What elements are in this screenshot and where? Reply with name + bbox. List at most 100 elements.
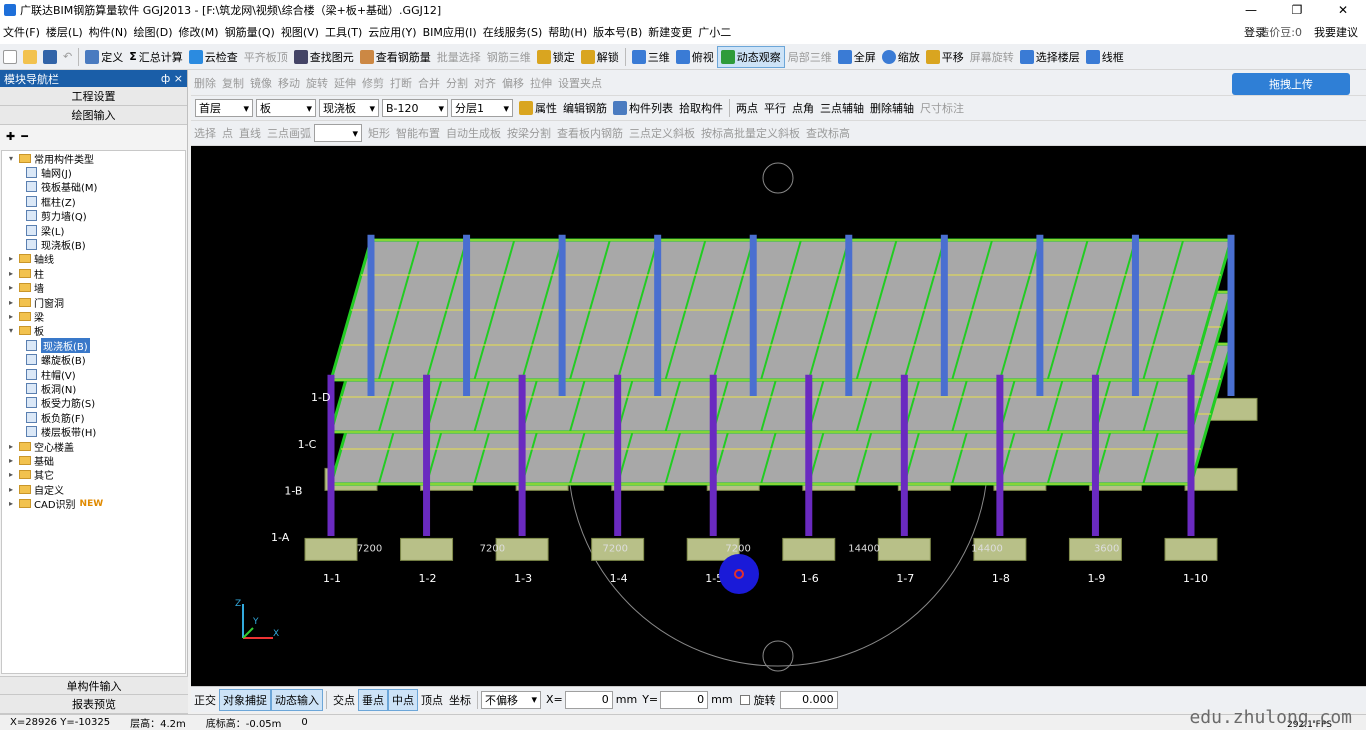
tree-item[interactable]: ▸ 梁 — [2, 309, 185, 324]
rect-button[interactable]: 矩形 — [365, 122, 393, 144]
two-point-axis-button[interactable]: 两点 — [733, 97, 761, 119]
dimension-button[interactable]: 尺寸标注 — [917, 97, 967, 119]
point-button[interactable]: 点 — [219, 122, 236, 144]
expand-icon[interactable]: ▸ — [6, 298, 16, 307]
offset-select[interactable]: 不偏移 ▾ — [481, 690, 541, 709]
tree-item[interactable]: 螺旋板(B) — [2, 352, 185, 367]
find-element-button[interactable]: 查找图元 — [291, 46, 357, 68]
three-point-axis-button[interactable]: 三点辅轴 — [817, 97, 867, 119]
tree-item[interactable]: 剪力墙(Q) — [2, 209, 185, 223]
menu-file[interactable]: 文件(F) — [0, 24, 43, 40]
align-button[interactable]: 对齐 — [471, 72, 499, 94]
tree-item[interactable]: ▾ 常用构件类型 — [2, 151, 185, 166]
select-floor-button[interactable]: 选择楼层 — [1017, 46, 1083, 68]
tree-item[interactable]: 轴网(J) — [2, 165, 185, 180]
point-angle-button[interactable]: 点角 — [789, 97, 817, 119]
wireframe-button[interactable]: 线框 — [1083, 46, 1127, 68]
tree-item[interactable]: ▸ 空心楼盖 — [2, 439, 185, 454]
view-rebar-button[interactable]: 查看钢筋量 — [357, 46, 434, 68]
report-preview-button[interactable]: 报表预览 — [0, 695, 188, 714]
expand-all-icon[interactable]: ✚ — [6, 130, 15, 143]
name-select[interactable]: B-120 ▾ — [382, 99, 448, 117]
3d-viewport[interactable]: 1-1 1-2 1-3 1-4 1-5 1-6 1-7 1-8 1-9 1-10 1-A 1-B 1-C… — [191, 146, 1366, 686]
open-folder-icon[interactable] — [23, 49, 37, 64]
tree-item[interactable]: 板洞(N) — [2, 381, 185, 396]
mirror-button[interactable]: 镜像 — [247, 72, 275, 94]
rotate-button[interactable]: 旋转 — [303, 72, 331, 94]
expand-icon[interactable]: ▸ — [6, 312, 16, 321]
engineering-settings-button[interactable]: 工程设置 — [0, 87, 187, 106]
move-button[interactable]: 移动 — [275, 72, 303, 94]
tree-item[interactable]: ▸ 墙 — [2, 281, 185, 295]
delete-axis-button[interactable]: 删除辅轴 — [867, 97, 917, 119]
intersection-snap[interactable]: 交点 — [330, 689, 358, 711]
arc-option-select[interactable]: ▾ — [314, 124, 362, 142]
tree-item[interactable]: 楼层板带(H) — [2, 424, 185, 439]
rebar-3d-button[interactable]: 钢筋三维 — [484, 46, 534, 68]
set-grip-button[interactable]: 设置夹点 — [555, 72, 605, 94]
midpoint-snap[interactable]: 中点 — [388, 688, 418, 711]
x-input[interactable]: 0 — [564, 690, 613, 709]
collapse-all-icon[interactable]: ━ — [21, 130, 28, 143]
menu-modify[interactable]: 修改(M) — [176, 24, 222, 40]
tree-item[interactable]: 现浇板(B) — [2, 237, 185, 252]
save-icon[interactable] — [43, 49, 57, 64]
menu-tools[interactable]: 工具(T) — [322, 24, 365, 40]
top-view-button[interactable]: 俯视 — [673, 46, 717, 68]
rotate-input[interactable]: 0.000 — [779, 690, 838, 709]
extend-button[interactable]: 延伸 — [331, 72, 359, 94]
coordinate-snap[interactable]: 坐标 — [446, 689, 474, 711]
rotate-checkbox[interactable] — [739, 694, 750, 705]
split-button[interactable]: 分割 — [443, 72, 471, 94]
view-slab-rebar-button[interactable]: 查看板内钢筋 — [554, 122, 626, 144]
local-3d-button[interactable]: 局部三维 — [785, 46, 835, 68]
tree-item[interactable]: 板负筋(F) — [2, 410, 185, 425]
define-button[interactable]: 定义 — [82, 46, 126, 68]
offset-button[interactable]: 偏移 — [499, 72, 527, 94]
three-point-slope-button[interactable]: 三点定义斜板 — [626, 122, 698, 144]
select-button[interactable]: 选择 — [191, 122, 219, 144]
expand-icon[interactable]: ▸ — [6, 456, 16, 465]
pan-button[interactable]: 平移 — [923, 46, 967, 68]
tree-item[interactable]: ▸ 基础 — [2, 453, 185, 468]
tree-item[interactable]: ▸ 柱 — [2, 266, 185, 281]
tree-item[interactable]: 筏板基础(M) — [2, 180, 185, 194]
screen-rotate-button[interactable]: 屏幕旋转 — [967, 46, 1017, 68]
break-button[interactable]: 打断 — [387, 72, 415, 94]
copy-button[interactable]: 复制 — [219, 72, 247, 94]
3d-button[interactable]: 三维 — [629, 46, 673, 68]
expand-icon[interactable]: ▸ — [6, 470, 16, 479]
undo-icon[interactable]: ↶ — [60, 46, 75, 68]
ortho-toggle[interactable]: 正交 — [191, 689, 219, 711]
category-select[interactable]: 板 ▾ — [256, 99, 316, 117]
tree-item[interactable]: 现浇板(B) — [2, 337, 185, 353]
menu-online[interactable]: 在线服务(S) — [480, 24, 546, 40]
menu-help[interactable]: 帮助(H) — [545, 24, 590, 40]
tree-item[interactable]: 梁(L) — [2, 223, 185, 238]
split-by-beam-button[interactable]: 按梁分割 — [504, 122, 554, 144]
stretch-button[interactable]: 拉伸 — [527, 72, 555, 94]
expand-icon[interactable]: ▸ — [6, 254, 16, 263]
arc-button[interactable]: 三点画弧 — [264, 122, 314, 144]
delete-button[interactable]: 删除 — [191, 72, 219, 94]
y-input[interactable]: 0 — [660, 690, 709, 709]
single-component-input-button[interactable]: 单构件输入 — [0, 676, 188, 695]
perpendicular-snap[interactable]: 垂点 — [358, 688, 388, 711]
expand-icon[interactable]: ▸ — [6, 269, 16, 278]
merge-button[interactable]: 合并 — [415, 72, 443, 94]
summary-calc-button[interactable]: Σ 汇总计算 — [126, 46, 186, 68]
trim-button[interactable]: 修剪 — [359, 72, 387, 94]
flush-slab-top-button[interactable]: 平齐板顶 — [241, 46, 291, 68]
menu-draw[interactable]: 绘图(D) — [130, 24, 175, 40]
collapse-icon[interactable]: ▾ — [6, 154, 16, 163]
tree-item[interactable]: ▸ 门窗洞 — [2, 295, 185, 310]
cloud-check-button[interactable]: 云检查 — [186, 46, 241, 68]
menu-new-change[interactable]: 新建变更 — [645, 24, 695, 40]
tree-item[interactable]: ▸ 自定义 — [2, 482, 185, 497]
unlock-button[interactable]: 解锁 — [578, 46, 622, 68]
tree-item[interactable]: ▸ CAD识别 NEW — [2, 496, 185, 512]
expand-icon[interactable]: ▸ — [6, 499, 16, 508]
lock-button[interactable]: 锁定 — [534, 46, 578, 68]
pin-close-icons[interactable]: ф × — [161, 72, 183, 85]
menu-version[interactable]: 版本号(B) — [590, 24, 645, 40]
